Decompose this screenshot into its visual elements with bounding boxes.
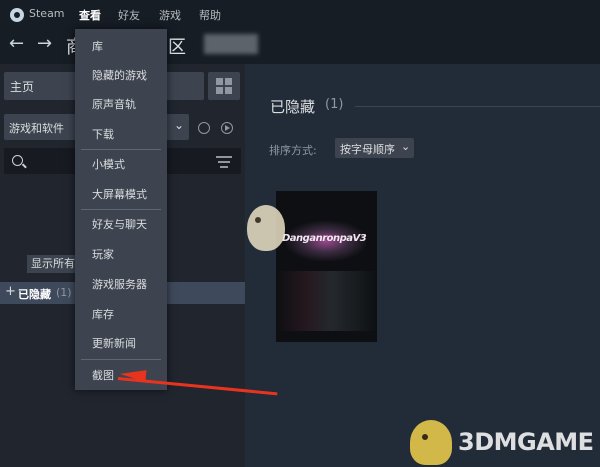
menu-separator <box>81 149 161 150</box>
sort-dropdown[interactable]: 按字母顺序 ⌄ <box>335 138 414 158</box>
menu-help[interactable]: 帮助 <box>199 7 221 23</box>
section-divider <box>355 106 600 107</box>
forward-arrow-icon[interactable]: → <box>37 33 52 54</box>
menu-games[interactable]: 游戏 <box>159 7 181 23</box>
advanced-filter-icon[interactable] <box>216 156 232 168</box>
hidden-group-count: (1) <box>56 286 72 299</box>
chevron-down-icon: ⌄ <box>401 140 411 153</box>
watermark-mascot-icon <box>410 420 452 465</box>
watermark-text: 3DMGAME <box>458 428 594 456</box>
section-count: (1) <box>325 97 344 112</box>
back-arrow-icon[interactable]: ← <box>9 33 24 54</box>
blurred-username <box>204 34 258 54</box>
chevron-down-icon: ⌄ <box>174 118 185 132</box>
library-content: 已隐藏 (1) 排序方式: 按字母顺序 ⌄ DanganronpaV3 <box>245 64 600 467</box>
filter-label: 游戏和软件 <box>9 122 64 135</box>
steam-logo-icon <box>10 8 24 22</box>
top-menu-bar: Steam 查看 好友 游戏 帮助 <box>0 0 600 30</box>
home-label: 主页 <box>10 80 35 94</box>
annotation-arrow-head-icon <box>119 367 147 383</box>
menu-friends[interactable]: 好友 <box>118 7 140 23</box>
view-menu-dropdown: 库 隐藏的游戏 原声音轨 下载 小模式 大屏幕模式 好友与聊天 玩家 游戏服务器… <box>75 29 167 390</box>
game-logo: DanganronpaV3 <box>282 233 367 244</box>
expand-plus-icon: + <box>5 284 16 299</box>
section-title: 已隐藏 <box>270 98 316 116</box>
game-art-stripe <box>276 271 377 331</box>
watermark-mascot-overlay <box>247 205 285 251</box>
grid-view-icon[interactable] <box>208 72 240 100</box>
recent-clock-icon[interactable] <box>198 122 210 134</box>
nav-tab-community[interactable]: 区 <box>168 33 186 59</box>
sort-label: 排序方式: <box>269 144 317 157</box>
menu-steam[interactable]: Steam <box>29 7 65 20</box>
hidden-group-label: 已隐藏 <box>18 288 51 301</box>
game-card[interactable]: DanganronpaV3 <box>276 191 377 342</box>
menu-separator <box>81 359 161 360</box>
watermark: 3DMGAME <box>410 420 600 465</box>
play-filter-icon[interactable] <box>221 122 233 134</box>
menu-view[interactable]: 查看 <box>79 7 101 23</box>
menu-separator <box>81 209 161 210</box>
sort-value: 按字母顺序 <box>340 143 395 156</box>
search-icon <box>12 155 23 166</box>
